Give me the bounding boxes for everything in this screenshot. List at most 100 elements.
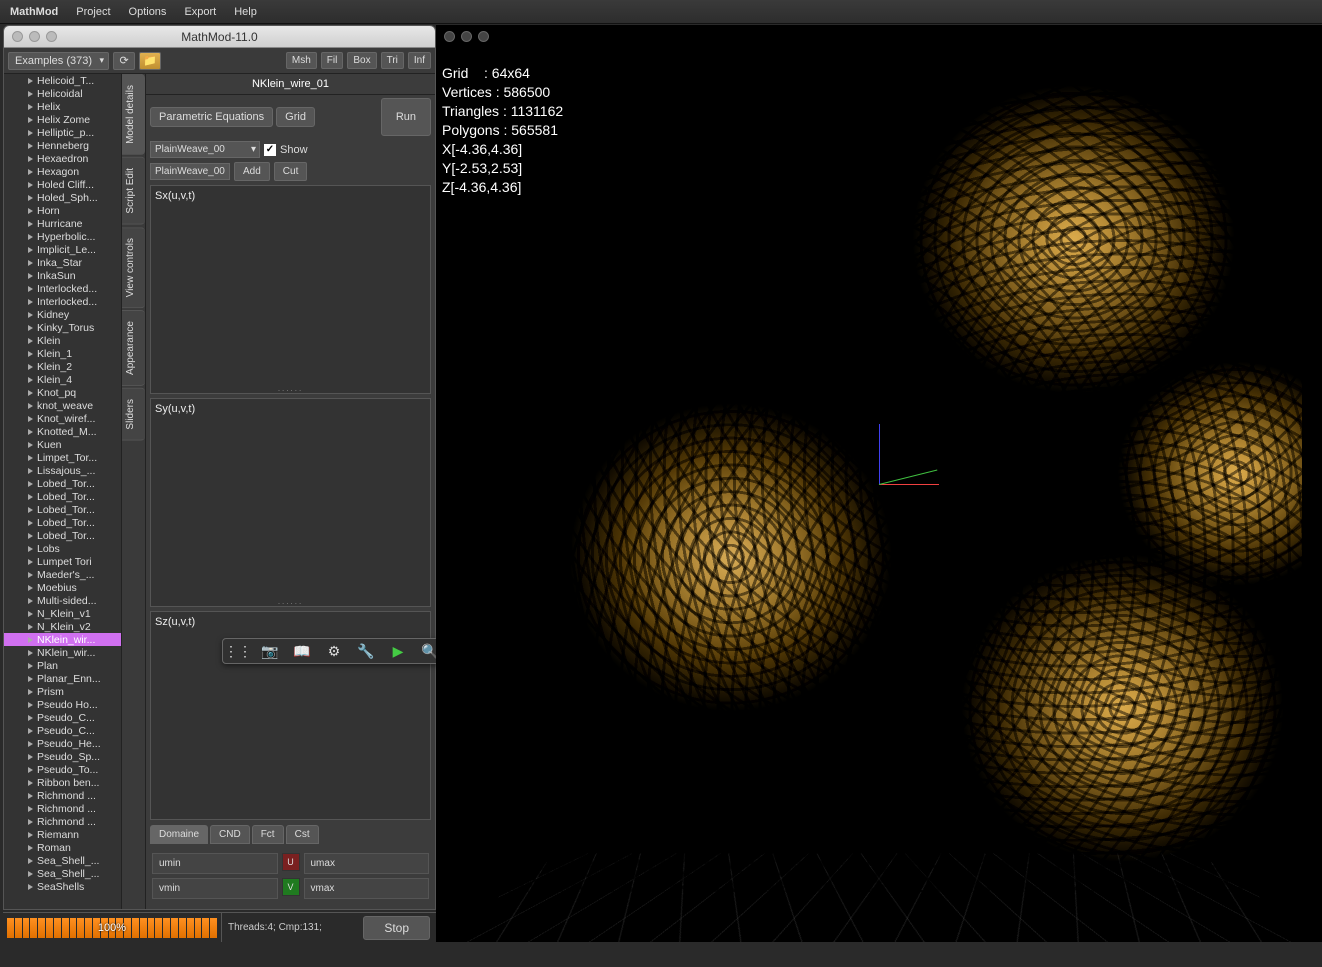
sy-editor[interactable]: Sy(u,v,t)...... bbox=[150, 398, 431, 607]
sidebar-item[interactable]: Lobed_Tor... bbox=[4, 490, 121, 503]
traffic-close[interactable] bbox=[444, 31, 455, 42]
sidebar-item[interactable]: Lumpet Tori bbox=[4, 555, 121, 568]
cut-button[interactable]: Cut bbox=[274, 162, 308, 181]
sidebar-item[interactable]: Knot_pq bbox=[4, 386, 121, 399]
sidebar-item[interactable]: Pseudo_To... bbox=[4, 763, 121, 776]
traffic-max[interactable] bbox=[478, 31, 489, 42]
grip-icon[interactable]: ⋮⋮ bbox=[229, 642, 247, 660]
vtab-model-details[interactable]: Model details bbox=[122, 74, 145, 155]
sidebar-item[interactable]: Holed_Sph... bbox=[4, 191, 121, 204]
menu-options[interactable]: Options bbox=[129, 6, 167, 18]
btn-inf[interactable]: Inf bbox=[408, 52, 431, 69]
menu-help[interactable]: Help bbox=[234, 6, 257, 18]
sidebar-item[interactable]: Implicit_Le... bbox=[4, 243, 121, 256]
sidebar-item[interactable]: Hexaedron bbox=[4, 152, 121, 165]
vmin-input[interactable]: vmin bbox=[152, 878, 278, 899]
sidebar-item[interactable]: Pseudo_Sp... bbox=[4, 750, 121, 763]
sidebar-item[interactable]: Klein_4 bbox=[4, 373, 121, 386]
sidebar-item[interactable]: Pseudo Ho... bbox=[4, 698, 121, 711]
book-icon[interactable]: 📖 bbox=[293, 642, 311, 660]
sidebar-item[interactable]: Inka_Star bbox=[4, 256, 121, 269]
sidebar-item[interactable]: Holed Cliff... bbox=[4, 178, 121, 191]
u-badge[interactable]: U bbox=[282, 853, 300, 871]
sidebar-item[interactable]: Lissajous_... bbox=[4, 464, 121, 477]
sidebar-item[interactable]: Kidney bbox=[4, 308, 121, 321]
vtab-script-edit[interactable]: Script Edit bbox=[122, 157, 145, 225]
sidebar-item[interactable]: Helicoidal bbox=[4, 87, 121, 100]
sidebar-item[interactable]: SeaShells bbox=[4, 880, 121, 893]
umax-input[interactable]: umax bbox=[304, 853, 430, 874]
sidebar-item[interactable]: Sea_Shell_... bbox=[4, 854, 121, 867]
play-icon[interactable]: ▶ bbox=[389, 642, 407, 660]
sidebar-item[interactable]: Roman bbox=[4, 841, 121, 854]
sidebar-item[interactable]: Lobed_Tor... bbox=[4, 477, 121, 490]
sidebar-item[interactable]: Lobed_Tor... bbox=[4, 516, 121, 529]
sidebar-item[interactable]: Kinky_Torus bbox=[4, 321, 121, 334]
sidebar-item[interactable]: Pseudo_He... bbox=[4, 737, 121, 750]
sidebar-item[interactable]: N_Klein_v1 bbox=[4, 607, 121, 620]
sidebar-item[interactable]: Richmond ... bbox=[4, 802, 121, 815]
btn-fil[interactable]: Fil bbox=[321, 52, 344, 69]
sidebar-item[interactable]: Helix Zome bbox=[4, 113, 121, 126]
3d-viewport[interactable]: Grid : 64x64 Vertices : 586500 Triangles… bbox=[436, 25, 1322, 942]
tab-parametric[interactable]: Parametric Equations bbox=[150, 107, 273, 127]
sidebar-item[interactable]: Sea_Shell_... bbox=[4, 867, 121, 880]
sidebar-item[interactable]: InkaSun bbox=[4, 269, 121, 282]
sidebar-item[interactable]: Interlocked... bbox=[4, 295, 121, 308]
sidebar-item[interactable]: Richmond ... bbox=[4, 815, 121, 828]
sidebar-item[interactable]: Knot_wiref... bbox=[4, 412, 121, 425]
example-tree[interactable]: Helicoid_T...HelicoidalHelixHelix Zome He… bbox=[4, 74, 122, 909]
sidebar-item[interactable]: Limpet_Tor... bbox=[4, 451, 121, 464]
sidebar-item[interactable]: Moebius bbox=[4, 581, 121, 594]
btab-cnd[interactable]: CND bbox=[210, 825, 250, 844]
vmax-input[interactable]: vmax bbox=[304, 878, 430, 899]
sidebar-item[interactable]: Hyperbolic... bbox=[4, 230, 121, 243]
traffic-min[interactable] bbox=[461, 31, 472, 42]
sx-editor[interactable]: Sx(u,v,t)...... bbox=[150, 185, 431, 394]
sidebar-item[interactable]: Planar_Enn... bbox=[4, 672, 121, 685]
refresh-icon[interactable]: ⟳ bbox=[113, 52, 135, 70]
sidebar-item[interactable]: Multi-sided... bbox=[4, 594, 121, 607]
sidebar-item[interactable]: Henneberg bbox=[4, 139, 121, 152]
sidebar-item[interactable]: Horn bbox=[4, 204, 121, 217]
vtab-view-controls[interactable]: View controls bbox=[122, 227, 145, 308]
sidebar-item[interactable]: Interlocked... bbox=[4, 282, 121, 295]
sidebar-item[interactable]: NKlein_wir... bbox=[4, 646, 121, 659]
sidebar-item[interactable]: Klein bbox=[4, 334, 121, 347]
sidebar-item[interactable]: Knotted_M... bbox=[4, 425, 121, 438]
sidebar-item[interactable]: Klein_1 bbox=[4, 347, 121, 360]
component-select[interactable]: PlainWeave_00 bbox=[150, 141, 260, 158]
tab-grid[interactable]: Grid bbox=[276, 107, 315, 127]
sidebar-item[interactable]: N_Klein_v2 bbox=[4, 620, 121, 633]
sidebar-item[interactable]: Hexagon bbox=[4, 165, 121, 178]
sidebar-item[interactable]: Kuen bbox=[4, 438, 121, 451]
run-button[interactable]: Run bbox=[381, 98, 431, 136]
sidebar-item[interactable]: Ribbon ben... bbox=[4, 776, 121, 789]
sidebar-item[interactable]: Riemann bbox=[4, 828, 121, 841]
umin-input[interactable]: umin bbox=[152, 853, 278, 874]
btab-fct[interactable]: Fct bbox=[252, 825, 284, 844]
sidebar-item[interactable]: Plan bbox=[4, 659, 121, 672]
btn-msh[interactable]: Msh bbox=[286, 52, 317, 69]
sidebar-item[interactable]: Pseudo_C... bbox=[4, 711, 121, 724]
sidebar-item[interactable]: Lobed_Tor... bbox=[4, 503, 121, 516]
component-name-input[interactable]: PlainWeave_00 bbox=[150, 163, 230, 180]
menu-project[interactable]: Project bbox=[76, 6, 110, 18]
show-checkbox[interactable]: ✓ bbox=[264, 144, 276, 156]
v-badge[interactable]: V bbox=[282, 878, 300, 896]
btab-domaine[interactable]: Domaine bbox=[150, 825, 208, 844]
vtab-appearance[interactable]: Appearance bbox=[122, 310, 145, 386]
sidebar-item[interactable]: Lobed_Tor... bbox=[4, 529, 121, 542]
sidebar-item[interactable]: Helix bbox=[4, 100, 121, 113]
sidebar-item[interactable]: knot_weave bbox=[4, 399, 121, 412]
folder-icon[interactable]: 📁 bbox=[139, 52, 161, 70]
stop-button[interactable]: Stop bbox=[363, 916, 430, 940]
sidebar-item[interactable]: NKlein_wir... bbox=[4, 633, 121, 646]
sidebar-item[interactable]: Pseudo_C... bbox=[4, 724, 121, 737]
btab-cst[interactable]: Cst bbox=[286, 825, 319, 844]
gear-icon[interactable]: ⚙ bbox=[325, 642, 343, 660]
btn-box[interactable]: Box bbox=[347, 52, 376, 69]
sidebar-item[interactable]: Klein_2 bbox=[4, 360, 121, 373]
examples-dropdown[interactable]: Examples (373) bbox=[8, 52, 109, 70]
sidebar-item[interactable]: Helicoid_T... bbox=[4, 74, 121, 87]
